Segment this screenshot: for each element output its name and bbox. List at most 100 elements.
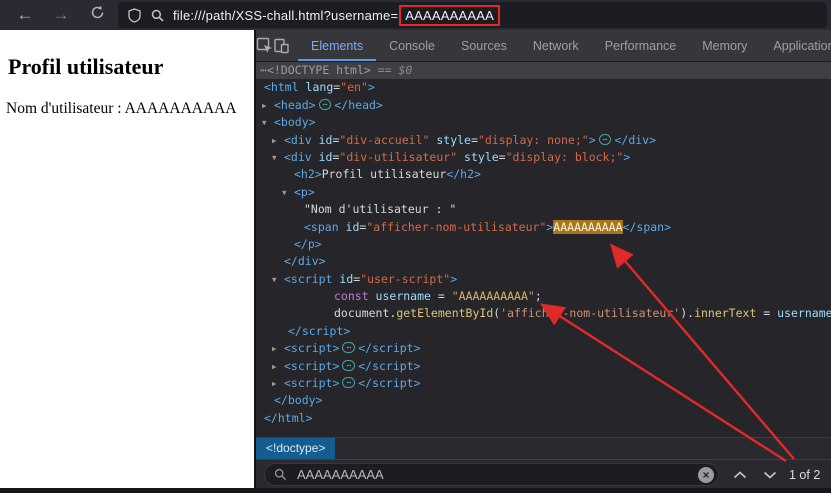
dom-tree-line[interactable]: ▶ <script> ⋯ </script> xyxy=(256,375,831,392)
collapsed-ellipsis-button[interactable]: ⋯ xyxy=(598,133,612,145)
collapse-arrow-icon[interactable]: ▼ xyxy=(262,114,267,131)
code-token: ⋯ xyxy=(260,63,267,77)
tab-sources[interactable]: Sources xyxy=(448,30,520,61)
dom-tree-line[interactable]: ▼ <div id="div-utilisateur" style="displa… xyxy=(256,149,831,166)
code-token: getElementById xyxy=(396,306,494,321)
code-token: > xyxy=(367,80,375,95)
code-token: id xyxy=(338,219,360,234)
code-token: = xyxy=(470,132,478,147)
expand-arrow-icon[interactable]: ▶ xyxy=(272,358,277,375)
code-token: "div-accueil" xyxy=(339,132,430,147)
code-token: 'afficher-nom-utilisateur' xyxy=(500,306,681,321)
code-token: <p> xyxy=(294,184,315,199)
code-token: "afficher-nom-utilisateur" xyxy=(366,219,547,234)
dom-tree-line[interactable]: </p> xyxy=(256,236,831,253)
url-prefix: file:///path/XSS-chall.html?username= xyxy=(173,7,399,23)
browser-toolbar: ← → file:///path/XSS-chall.html?username… xyxy=(0,0,831,30)
previous-match-button[interactable] xyxy=(733,470,747,479)
collapsed-ellipsis-button[interactable]: ⋯ xyxy=(318,98,332,110)
dom-tree-line[interactable]: ⋯<!DOCTYPE html> == $0 xyxy=(256,62,831,80)
dom-tree-line[interactable]: </body> xyxy=(256,392,831,409)
dom-tree-line[interactable]: ▶ <script> ⋯ </script> xyxy=(256,340,831,357)
dom-tree-line[interactable]: ▼ <p> xyxy=(256,184,831,201)
code-token: "en" xyxy=(340,80,368,95)
code-token: </html> xyxy=(264,410,313,425)
dom-tree-line[interactable]: ▼ <body> xyxy=(256,114,831,131)
collapse-arrow-icon[interactable]: ▼ xyxy=(282,184,287,201)
code-token: = xyxy=(498,149,506,164)
rendered-page: Profil utilisateur Nom d'utilisateur : A… xyxy=(0,30,254,488)
tab-console[interactable]: Console xyxy=(376,30,448,61)
code-token: = xyxy=(756,306,778,321)
collapsed-ellipsis-button[interactable]: ⋯ xyxy=(342,377,356,389)
tab-application[interactable]: Application xyxy=(760,30,831,61)
bottom-strip xyxy=(0,488,831,493)
next-match-button[interactable] xyxy=(763,471,777,479)
code-token: </span> xyxy=(622,219,672,234)
code-token: > xyxy=(623,149,631,164)
devtools-tab-bar: Elements Console Sources Network Performance… xyxy=(298,30,831,61)
search-field-container: × xyxy=(264,463,719,486)
tab-performance[interactable]: Performance xyxy=(592,30,690,61)
code-token: " xyxy=(451,289,459,304)
dom-tree-line[interactable]: document.getElementById('afficher-nom-ut… xyxy=(256,305,831,322)
code-token: id xyxy=(332,271,354,286)
dom-tree: ⋯<!DOCTYPE html> == $0 <html lang="en"> ▶ <… xyxy=(256,62,831,437)
dom-tree-line[interactable]: ▼ <script id="user-script"> xyxy=(256,271,831,288)
dom-tree-line[interactable]: </div> xyxy=(256,253,831,270)
search-icon xyxy=(274,468,287,481)
search-input[interactable] xyxy=(295,466,669,483)
code-token: const xyxy=(334,289,369,304)
breadcrumb-doctype-chip[interactable]: <!doctype> xyxy=(256,438,336,459)
forward-button[interactable]: → xyxy=(50,5,72,25)
device-toolbar-button[interactable] xyxy=(273,30,290,61)
url-bar[interactable]: file:///path/XSS-chall.html?username= AAA… xyxy=(118,2,827,28)
dom-tree-line[interactable]: ▶ <div id="div-accueil" style="display: n… xyxy=(256,132,831,149)
code-token: Profil utilisateur xyxy=(321,167,447,182)
code-token: <div xyxy=(284,132,312,147)
code-token: <span xyxy=(304,219,339,234)
dom-tree-line[interactable]: <h2>Profil utilisateur</h2> xyxy=(256,166,831,183)
code-token: </body> xyxy=(274,393,323,408)
expand-arrow-icon[interactable]: ▶ xyxy=(272,132,277,149)
dom-tree-line[interactable]: </html> xyxy=(256,410,831,427)
reload-button[interactable] xyxy=(86,5,108,25)
collapsed-ellipsis-button[interactable]: ⋯ xyxy=(342,342,356,354)
code-token: "Nom d'utilisateur : " xyxy=(304,202,457,217)
code-token: </h2> xyxy=(446,167,481,182)
inspect-element-button[interactable] xyxy=(256,30,273,61)
code-token: <script xyxy=(284,271,333,286)
code-token: <div xyxy=(284,149,312,164)
code-token: </script> xyxy=(288,323,351,338)
back-button[interactable]: ← xyxy=(14,5,36,25)
code-token: <script> xyxy=(284,341,340,356)
collapse-arrow-icon[interactable]: ▼ xyxy=(272,271,277,288)
code-token: document. xyxy=(334,306,397,321)
dom-tree-line[interactable]: ▶ <script> ⋯ </script> xyxy=(256,358,831,375)
code-token: "user-script" xyxy=(360,271,451,286)
dom-tree-line[interactable]: const username = "AAAAAAAAAA"; xyxy=(256,288,831,305)
tab-network[interactable]: Network xyxy=(520,30,592,61)
dom-tree-line[interactable]: <span id="afficher-nom-utilisateur">AAAA… xyxy=(256,219,831,236)
collapse-arrow-icon[interactable]: ▼ xyxy=(272,149,277,166)
clear-search-button[interactable]: × xyxy=(698,466,714,483)
dom-tree-line[interactable]: </script> xyxy=(256,323,831,340)
dom-tree-line[interactable]: "Nom d'utilisateur : " xyxy=(256,201,831,218)
dom-tree-line[interactable]: <html lang="en"> xyxy=(256,79,831,96)
expand-arrow-icon[interactable]: ▶ xyxy=(272,340,277,357)
tab-elements[interactable]: Elements xyxy=(298,30,376,61)
url-highlight-redbox: AAAAAAAAAA xyxy=(399,4,500,26)
code-token: </script> xyxy=(358,376,421,391)
shield-icon[interactable] xyxy=(128,7,141,23)
dom-tree-line[interactable]: ▶ <head> ⋯ </head> xyxy=(256,97,831,114)
code-token: "div-utilisateur" xyxy=(339,149,458,164)
breadcrumb: <!doctype> xyxy=(256,437,831,459)
expand-arrow-icon[interactable]: ▶ xyxy=(262,97,267,114)
tab-memory[interactable]: Memory xyxy=(689,30,760,61)
devtools-toolbar: Elements Console Sources Network Performance… xyxy=(256,30,831,62)
search-icon xyxy=(151,9,164,22)
code-token: "display: none;" xyxy=(477,132,589,147)
expand-arrow-icon[interactable]: ▶ xyxy=(272,375,277,392)
code-token: <h2> xyxy=(294,167,322,182)
collapsed-ellipsis-button[interactable]: ⋯ xyxy=(342,359,356,371)
